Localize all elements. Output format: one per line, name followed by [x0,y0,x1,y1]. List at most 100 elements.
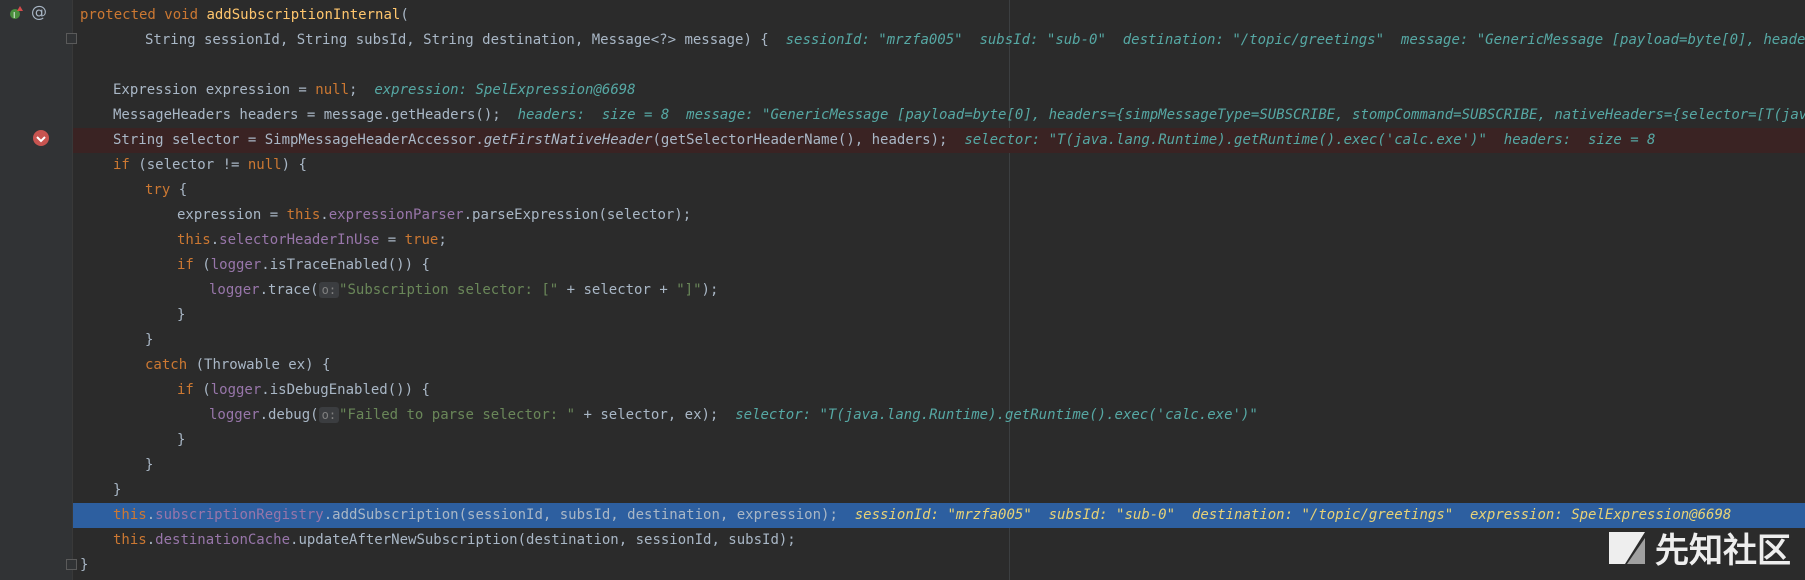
code-text: .debug( [259,407,319,423]
code-line-10: this.selectorHeaderInUse = true; [73,228,1805,253]
code-text: ( [193,382,211,398]
code-text: { [170,182,188,198]
watermark: 先知社区 [1605,523,1791,572]
code-line-23: } [73,553,1805,578]
code-text: (selector != [129,157,248,173]
parameter-hint: o: [318,407,340,423]
keyword: null [247,157,282,173]
code-text: ; [349,82,358,98]
keyword: try [145,182,171,198]
code-text: ) { [281,157,307,173]
code-text: (getSelectorHeaderName(), headers); [652,132,948,148]
code-text: ); [701,282,719,298]
code-text: } [113,482,122,498]
code-text: ; [438,232,447,248]
keyword: null [315,82,350,98]
keyword: this [177,232,211,248]
keyword: true [404,232,439,248]
code-text: .isDebugEnabled()) { [261,382,430,398]
code-text: } [145,457,154,473]
code-line-7: if (selector != null) { [73,153,1805,178]
code-text: + selector + [558,282,677,298]
code-text: expression = [177,207,287,223]
code-text: ( [193,257,211,273]
code-text: ( [400,7,409,23]
code-line-20: } [73,478,1805,503]
keyword: catch [145,357,188,373]
string-literal: "Failed to parse selector: " [339,407,576,423]
code-text: .addSubscription(sessionId, subsId, dest… [323,507,838,523]
keyword: if [113,157,130,173]
method-name: addSubscriptionInternal [206,7,401,23]
override-method-icon[interactable]: I [8,5,24,25]
keyword: protected void [80,7,199,23]
code-line-5: MessageHeaders headers = message.getHead… [73,103,1805,128]
code-text: } [80,557,89,573]
code-line-15: catch (Throwable ex) { [73,353,1805,378]
svg-text:I: I [13,11,15,20]
code-line-17: logger.debug(o: "Failed to parse selector… [73,403,1805,428]
code-text: .isTraceEnabled()) { [261,257,430,273]
code-line-1: protected void addSubscriptionInternal( [73,3,1805,28]
inline-debug-value: sessionId: "mrzfa005" subsId: "sub-0" de… [785,32,1805,48]
keyword: this [113,507,147,523]
field-ref: logger [210,382,262,398]
code-line-22: this.destinationCache.updateAfterNewSubs… [73,528,1805,553]
code-text: .trace( [259,282,319,298]
code-text: } [177,432,186,448]
code-text: . [146,507,156,523]
inline-debug-value: expression: SpelExpression@6698 [374,82,636,98]
inline-debug-value: sessionId: "mrzfa005" subsId: "sub-0" de… [854,507,1732,523]
inline-debug-value: headers: size = 8 message: "GenericMessa… [517,107,1805,123]
code-text: = [379,232,405,248]
code-text: Expression expression = [113,82,316,98]
code-editor[interactable]: protected void addSubscriptionInternal( … [66,0,1805,580]
field-ref: logger [209,282,260,298]
watermark-text: 先知社区 [1655,531,1791,571]
keyword: if [177,382,194,398]
code-text: + selector, ex); [575,407,719,423]
code-text: . [146,532,156,548]
inline-debug-value: selector: "T(java.lang.Runtime).getRunti… [735,407,1258,423]
code-line-19: } [73,453,1805,478]
code-line-4: Expression expression = null; expression… [73,78,1805,103]
field-ref: subscriptionRegistry [155,507,324,523]
code-text: .parseExpression(selector); [463,207,692,223]
annotation-icon[interactable]: @ [31,2,47,21]
code-text: String sessionId, String subsId, String … [145,32,769,48]
breakpoint-line: String selector = SimpMessageHeaderAcces… [73,128,1805,153]
parameter-hint: o: [318,282,340,298]
string-literal: "Subscription selector: [" [339,282,559,298]
field-ref: expressionParser [328,207,464,223]
keyword: this [113,532,147,548]
field-ref: logger [210,257,262,273]
code-line-2: String sessionId, String subsId, String … [73,28,1805,53]
code-line-11: if (logger.isTraceEnabled()) { [73,253,1805,278]
editor-gutter: I @ [0,0,73,580]
code-line-8: try { [73,178,1805,203]
code-text: . [320,207,329,223]
keyword: this [286,207,321,223]
code-text: MessageHeaders headers = message.getHead… [113,107,501,123]
code-line-12: logger.trace(o: "Subscription selector: [… [73,278,1805,303]
code-line-14: } [73,328,1805,353]
code-line-18: } [73,428,1805,453]
code-text: . [210,232,220,248]
code-line-16: if (logger.isDebugEnabled()) { [73,378,1805,403]
watermark-logo-icon [1609,531,1645,564]
code-text: .updateAfterNewSubscription(destination,… [290,532,796,548]
code-line-13: } [73,303,1805,328]
breakpoint-icon[interactable] [32,129,50,151]
field-ref: logger [209,407,260,423]
code-text: } [145,332,154,348]
string-literal: "]" [676,282,702,298]
inline-debug-value: selector: "T(java.lang.Runtime).getRunti… [964,132,1656,148]
code-text: String selector = SimpMessageHeaderAcces… [113,132,484,148]
code-line-9: expression = this.expressionParser.parse… [73,203,1805,228]
code-text: (Throwable ex) { [187,357,331,373]
static-call: getFirstNativeHeader [483,132,653,148]
execution-point-line: this.subscriptionRegistry.addSubscriptio… [73,503,1805,528]
field-ref: selectorHeaderInUse [219,232,380,248]
keyword: if [177,257,194,273]
code-text: } [177,307,186,323]
